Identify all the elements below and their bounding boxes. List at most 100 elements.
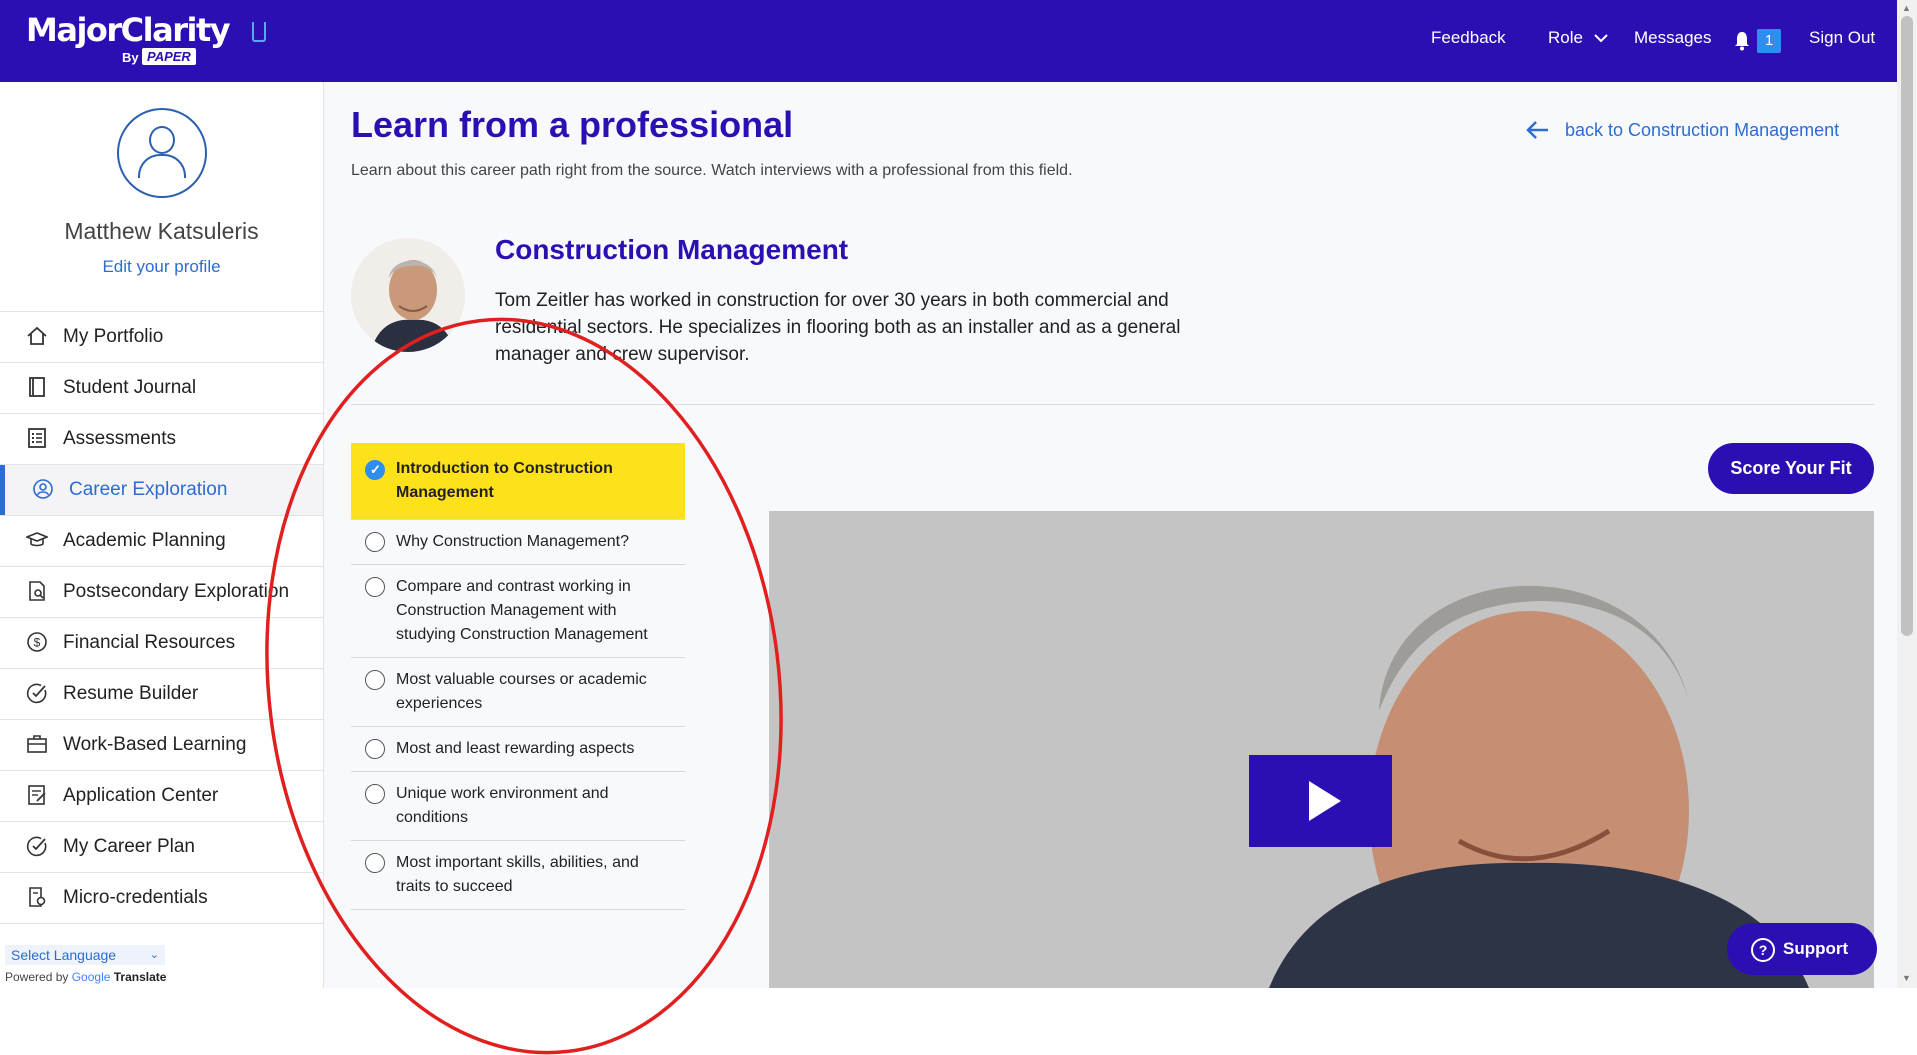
sidebar-item-label: My Career Plan bbox=[63, 836, 195, 857]
score-your-fit-button[interactable]: Score Your Fit bbox=[1708, 443, 1874, 494]
home-icon bbox=[27, 326, 47, 345]
person-circle-icon bbox=[33, 479, 53, 499]
scroll-down-arrow-icon[interactable]: ▼ bbox=[1902, 973, 1911, 983]
sidebar-item-label: Postsecondary Exploration bbox=[63, 581, 290, 602]
checked-circle-icon: ✓ bbox=[365, 460, 385, 480]
google-logo-text: Google bbox=[71, 970, 111, 984]
sidebar-item-application-center[interactable]: Application Center bbox=[0, 770, 323, 821]
google-translate-attribution: Powered by Google Translate bbox=[5, 970, 166, 984]
scrollbar-thumb[interactable] bbox=[1901, 16, 1913, 636]
majorclarity-logo[interactable]: MajorClarity By PAPER bbox=[26, 12, 266, 65]
arrow-left-icon bbox=[1526, 121, 1548, 139]
svg-text:$: $ bbox=[34, 636, 41, 650]
user-name: Matthew Katsuleris bbox=[64, 218, 259, 244]
radio-circle-icon bbox=[365, 670, 385, 690]
sidebar-item-student-journal[interactable]: Student Journal bbox=[0, 362, 323, 413]
dollar-icon: $ bbox=[27, 632, 47, 652]
journal-icon bbox=[29, 377, 45, 397]
language-select[interactable]: Select Language ⌄ bbox=[5, 945, 165, 965]
support-button[interactable]: ? Support bbox=[1727, 923, 1877, 975]
sidebar-item-label: Career Exploration bbox=[69, 479, 228, 500]
chevron-down-icon bbox=[1593, 34, 1608, 43]
sidebar-item-label: Student Journal bbox=[63, 377, 197, 398]
role-label: Role bbox=[1548, 28, 1583, 47]
notification-count-badge[interactable]: 1 bbox=[1757, 29, 1781, 53]
sidebar: Matthew Katsuleris Edit your profile My … bbox=[0, 82, 324, 988]
play-button[interactable] bbox=[1249, 755, 1392, 847]
professional-photo bbox=[351, 238, 465, 352]
sidebar-item-assessments[interactable]: Assessments bbox=[0, 413, 323, 464]
edit-profile-link[interactable]: Edit your profile bbox=[0, 257, 323, 277]
sidebar-item-label: Work-Based Learning bbox=[63, 734, 247, 755]
role-dropdown[interactable]: Role bbox=[1548, 28, 1608, 48]
sidebar-item-academic-planning[interactable]: Academic Planning bbox=[0, 515, 323, 566]
language-select-label: Select Language bbox=[11, 947, 117, 963]
sidebar-item-label: My Portfolio bbox=[63, 326, 164, 347]
logo-bookmark-icon bbox=[252, 22, 266, 42]
topic-item-introduction[interactable]: ✓ Introduction to Construction Managemen… bbox=[351, 443, 685, 520]
interview-video-player[interactable] bbox=[769, 511, 1874, 988]
career-heading: Construction Management bbox=[495, 234, 849, 265]
topic-label: Unique work environment and conditions bbox=[396, 785, 609, 826]
play-icon bbox=[1309, 781, 1341, 821]
topic-label: Most important skills, abilities, and tr… bbox=[396, 854, 639, 895]
topic-item-work-environment[interactable]: Unique work environment and conditions bbox=[351, 772, 685, 841]
page-subtitle: Learn about this career path right from … bbox=[351, 162, 1073, 179]
check-circle-icon bbox=[26, 836, 47, 857]
top-navigation-bar: MajorClarity By PAPER Feedback Role Mess… bbox=[0, 0, 1897, 82]
translate-text: Translate bbox=[113, 970, 167, 984]
sidebar-menu: My Portfolio Student Journal Assessments… bbox=[0, 311, 323, 924]
radio-circle-icon bbox=[365, 532, 385, 552]
section-divider bbox=[351, 404, 1874, 405]
sidebar-item-work-based-learning[interactable]: Work-Based Learning bbox=[0, 719, 323, 770]
briefcase-icon bbox=[27, 735, 47, 753]
avatar[interactable] bbox=[117, 108, 207, 198]
topic-label: Introduction to Construction Management bbox=[396, 460, 613, 501]
certificate-icon bbox=[29, 887, 46, 907]
scroll-up-arrow-icon[interactable]: ▲ bbox=[1902, 3, 1911, 13]
sidebar-item-label: Resume Builder bbox=[63, 683, 199, 704]
logo-paper-text: PAPER bbox=[142, 48, 196, 65]
sidebar-item-label: Academic Planning bbox=[63, 530, 226, 551]
topic-label: Why Construction Management? bbox=[396, 533, 629, 550]
sidebar-item-career-exploration[interactable]: Career Exploration bbox=[0, 464, 323, 515]
sidebar-item-micro-credentials[interactable]: Micro-credentials bbox=[0, 872, 323, 924]
page-scrollbar[interactable]: ▲ ▼ bbox=[1897, 0, 1917, 988]
sidebar-item-label: Assessments bbox=[63, 428, 176, 449]
sidebar-item-my-portfolio[interactable]: My Portfolio bbox=[0, 311, 323, 362]
support-label: Support bbox=[1783, 939, 1849, 958]
topic-label: Compare and contrast working in Construc… bbox=[396, 578, 648, 643]
radio-circle-icon bbox=[365, 739, 385, 759]
sidebar-item-label: Financial Resources bbox=[63, 632, 236, 653]
sidebar-item-my-career-plan[interactable]: My Career Plan bbox=[0, 821, 323, 872]
messages-link[interactable]: Messages bbox=[1634, 28, 1711, 48]
video-thumbnail-image bbox=[769, 511, 1874, 988]
sidebar-item-postsecondary-exploration[interactable]: Postsecondary Exploration bbox=[0, 566, 323, 617]
sidebar-item-resume-builder[interactable]: Resume Builder bbox=[0, 668, 323, 719]
checklist-icon bbox=[28, 428, 46, 448]
radio-circle-icon bbox=[365, 577, 385, 597]
topic-item-important-skills[interactable]: Most important skills, abilities, and tr… bbox=[351, 841, 685, 910]
chevron-down-icon: ⌄ bbox=[149, 949, 159, 961]
interview-topic-list: ✓ Introduction to Construction Managemen… bbox=[351, 443, 685, 910]
topic-item-why[interactable]: Why Construction Management? bbox=[351, 520, 685, 565]
feedback-link[interactable]: Feedback bbox=[1431, 28, 1506, 48]
topic-label: Most valuable courses or academic experi… bbox=[396, 671, 647, 712]
check-circle-icon bbox=[26, 683, 47, 704]
back-to-career-link[interactable]: back to Construction Management bbox=[1526, 116, 1839, 141]
professional-portrait-image bbox=[351, 238, 465, 352]
user-head-icon bbox=[149, 126, 175, 154]
user-body-icon bbox=[138, 154, 186, 178]
sidebar-item-label: Micro-credentials bbox=[63, 887, 208, 908]
logo-by-text: By bbox=[122, 50, 139, 65]
main-content: Learn from a professional back to Constr… bbox=[324, 82, 1897, 988]
graduation-cap-icon bbox=[26, 532, 48, 547]
bell-icon[interactable] bbox=[1734, 31, 1750, 51]
topic-item-compare-contrast[interactable]: Compare and contrast working in Construc… bbox=[351, 565, 685, 658]
professional-bio: Tom Zeitler has worked in construction f… bbox=[495, 290, 1181, 365]
sign-out-link[interactable]: Sign Out bbox=[1809, 28, 1875, 48]
topic-item-rewarding-aspects[interactable]: Most and least rewarding aspects bbox=[351, 727, 685, 772]
sidebar-item-financial-resources[interactable]: $ Financial Resources bbox=[0, 617, 323, 668]
radio-circle-icon bbox=[365, 784, 385, 804]
topic-item-valuable-courses[interactable]: Most valuable courses or academic experi… bbox=[351, 658, 685, 727]
